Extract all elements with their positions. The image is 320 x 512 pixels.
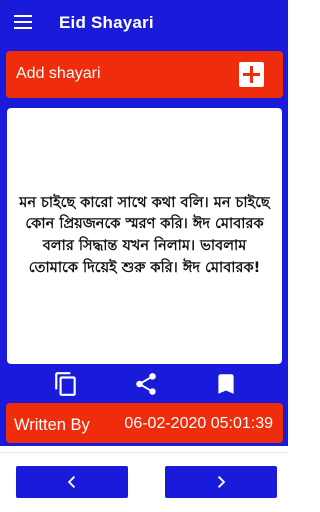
bookmark-icon[interactable] (213, 371, 239, 397)
next-button[interactable] (165, 466, 277, 498)
written-by-label: Written By (14, 416, 90, 434)
written-date: 06-02-2020 05:01:39 (124, 415, 273, 432)
app-title: Eid Shayari (59, 13, 154, 32)
shayari-text: মন চাইছে কারো সাথে কথা বলি। মন চাইছে কোন… (19, 194, 270, 276)
written-by-bar: Written By 06-02-2020 05:01:39 (6, 403, 283, 443)
chevron-right-icon (217, 476, 226, 488)
share-icon[interactable] (133, 371, 159, 397)
menu-icon[interactable] (14, 15, 32, 29)
add-shayari-bar: Add shayari (6, 51, 283, 98)
shayari-card: মন চাইছে কারো সাথে কথা বলি। মন চাইছে কোন… (7, 108, 282, 364)
action-row (0, 369, 288, 399)
add-shayari-label: Add shayari (16, 65, 101, 82)
navigation-bar (0, 452, 288, 512)
app-bar: Eid Shayari (0, 0, 288, 46)
previous-button[interactable] (16, 466, 128, 498)
copy-icon[interactable] (53, 371, 79, 397)
chevron-left-icon (67, 476, 76, 488)
plus-icon[interactable] (239, 62, 264, 87)
